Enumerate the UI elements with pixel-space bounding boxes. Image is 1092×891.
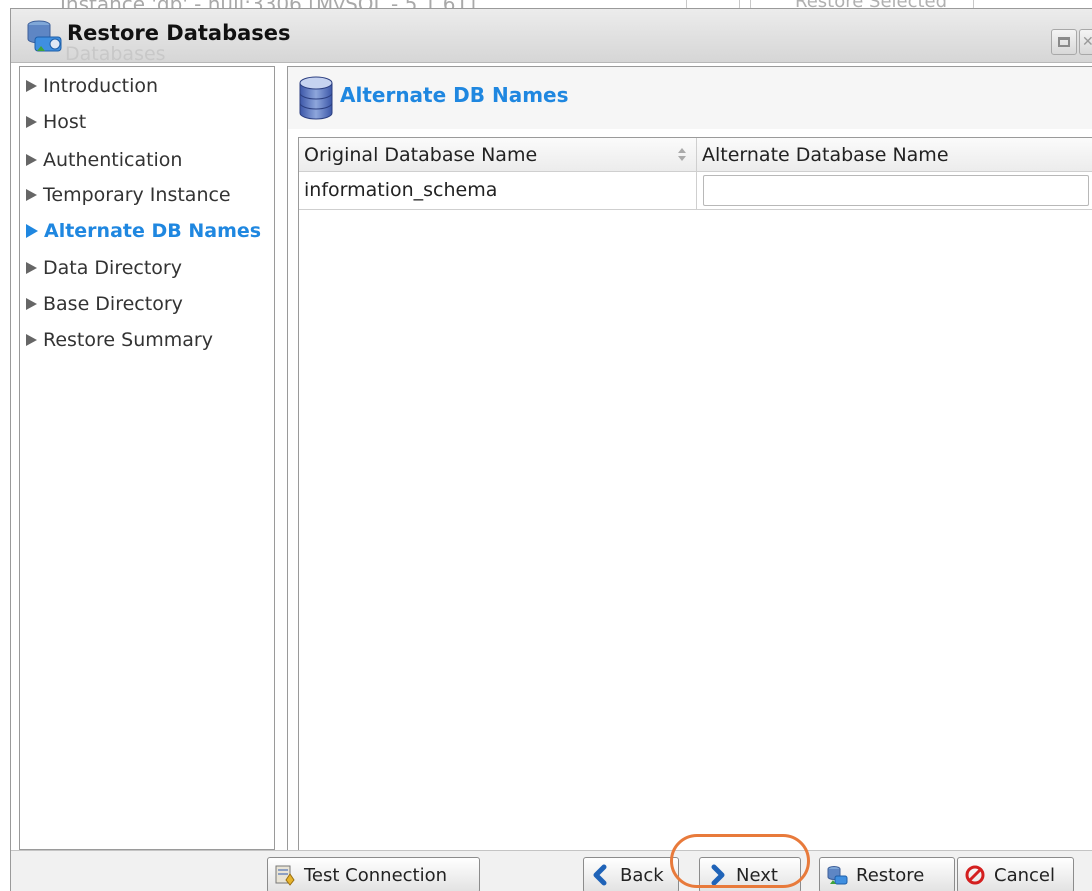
restore-button[interactable]: Restore: [819, 857, 955, 891]
next-label: Next: [736, 864, 778, 886]
sidebar-item-label: Alternate DB Names: [44, 220, 262, 242]
test-connection-button[interactable]: Test Connection: [267, 857, 480, 891]
sidebar-item-label: Restore Summary: [43, 329, 213, 351]
arrow-icon: [26, 334, 37, 346]
sidebar-item-data-directory[interactable]: Data Directory: [26, 253, 182, 283]
sidebar-item-temporary-instance[interactable]: Temporary Instance: [26, 180, 231, 210]
cancel-button[interactable]: Cancel: [957, 857, 1074, 891]
main-panel: Alternate DB Names Original Database Nam…: [287, 66, 1092, 851]
database-icon: [299, 76, 333, 120]
restore-label: Restore: [856, 864, 925, 886]
window-close-icon[interactable]: ✕: [1079, 29, 1092, 55]
sidebar-item-base-directory[interactable]: Base Directory: [26, 289, 183, 319]
sidebar-item-label: Base Directory: [43, 293, 183, 315]
next-button[interactable]: Next: [699, 857, 801, 891]
restore-databases-dialog: Restore Databases Databases ✕ Introducti…: [10, 8, 1092, 891]
database-restore-icon: [27, 20, 62, 52]
button-bar: Test Connection Back Next Restore Cancel: [11, 850, 1092, 891]
table-header: Original Database Name Alternate Databas…: [299, 138, 1092, 172]
sort-icon[interactable]: [677, 148, 687, 162]
sidebar-item-host[interactable]: Host: [26, 107, 86, 137]
dialog-title: Restore Databases: [67, 21, 291, 45]
title-bar[interactable]: Restore Databases Databases ✕: [11, 9, 1092, 65]
column-header-alternate[interactable]: Alternate Database Name: [697, 138, 1092, 172]
alternate-names-table: Original Database Name Alternate Databas…: [298, 137, 1092, 851]
arrow-icon: [26, 298, 37, 310]
next-arrow-icon: [711, 864, 725, 886]
page-title: Alternate DB Names: [340, 83, 569, 107]
restore-icon: [827, 866, 848, 885]
back-label: Back: [620, 864, 664, 886]
connection-icon: [275, 865, 295, 886]
original-name-cell: information_schema: [299, 172, 697, 209]
sidebar-item-label: Introduction: [43, 75, 159, 97]
arrow-icon: [26, 189, 37, 201]
sidebar-item-introduction[interactable]: Introduction: [26, 71, 158, 101]
arrow-icon: [26, 80, 37, 92]
alternate-name-input[interactable]: [703, 175, 1089, 206]
wizard-steps-sidebar: Introduction Host Authentication Tempora…: [19, 66, 275, 850]
cancel-label: Cancel: [994, 864, 1055, 886]
sidebar-item-restore-summary[interactable]: Restore Summary: [26, 325, 213, 355]
arrow-icon: [26, 262, 37, 274]
window-restore-icon[interactable]: [1051, 29, 1077, 55]
sidebar-item-label: Data Directory: [43, 257, 182, 279]
sidebar-item-label: Host: [43, 111, 87, 133]
arrow-icon: [26, 224, 38, 238]
table-row: information_schema: [299, 172, 1092, 210]
test-connection-label: Test Connection: [304, 864, 448, 886]
background-databases-label: Databases: [65, 43, 166, 65]
cancel-icon: [965, 865, 985, 885]
arrow-icon: [26, 116, 37, 128]
column-header-original[interactable]: Original Database Name: [299, 138, 697, 172]
sidebar-item-authentication[interactable]: Authentication: [26, 145, 182, 175]
section-header: Alternate DB Names: [288, 67, 1092, 129]
sidebar-item-label: Authentication: [43, 149, 183, 171]
back-arrow-icon: [593, 864, 607, 886]
sidebar-item-label: Temporary Instance: [43, 184, 231, 206]
back-button[interactable]: Back: [583, 857, 679, 891]
sidebar-item-alternate-db-names[interactable]: Alternate DB Names: [26, 216, 261, 246]
arrow-icon: [26, 154, 37, 166]
